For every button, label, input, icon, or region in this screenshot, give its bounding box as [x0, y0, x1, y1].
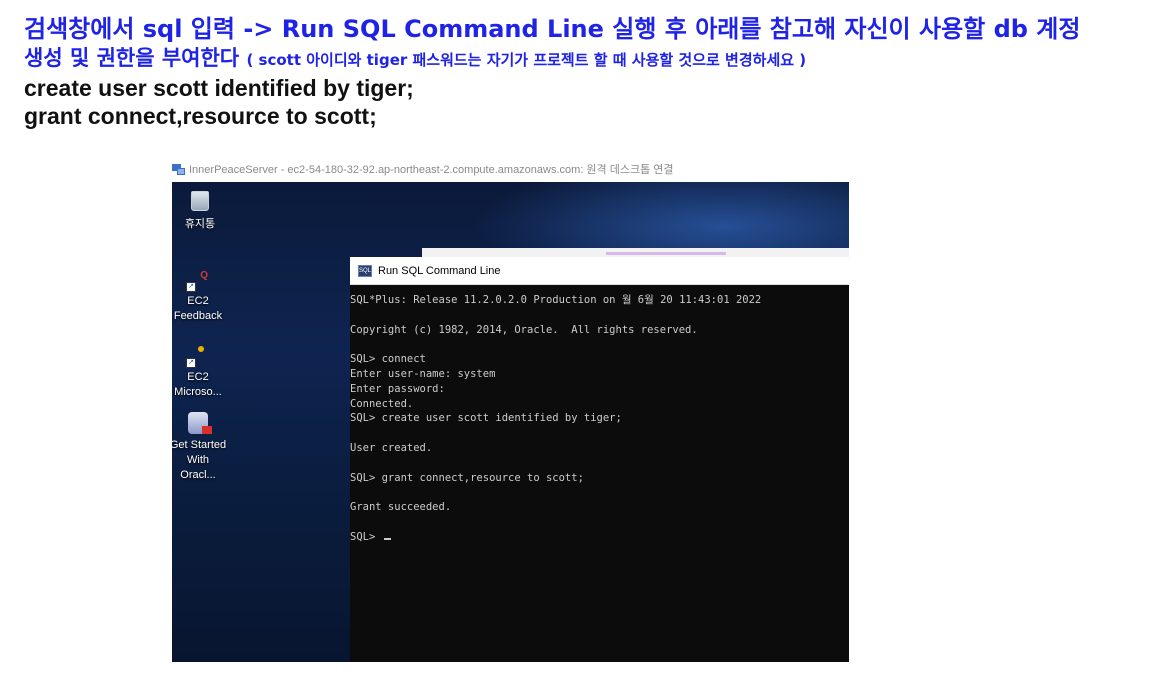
- instruction-document: 검색창에서 sql 입력 -> Run SQL Command Line 실행 …: [24, 14, 1159, 130]
- console-line: Enter password:: [350, 382, 445, 395]
- console-line: Enter user-name: system: [350, 367, 496, 380]
- sql-window-titlebar[interactable]: SQL Run SQL Command Line: [350, 257, 849, 285]
- ec2-feedback-icon: Q ↗: [186, 268, 210, 292]
- rdp-window-title: InnerPeaceServer - ec2-54-180-32-92.ap-n…: [172, 161, 674, 177]
- oracle-get-started-icon: [186, 412, 212, 436]
- recycle-bin-icon: [188, 191, 212, 215]
- text-cursor: [383, 537, 391, 540]
- rdp-title-text: InnerPeaceServer - ec2-54-180-32-92.ap-n…: [189, 164, 674, 176]
- console-line: User created.: [350, 441, 433, 454]
- sql-app-icon: SQL: [358, 264, 372, 277]
- desktop-icon-label: EC2 Microso...: [174, 371, 222, 398]
- console-prompt-line[interactable]: SQL>: [350, 530, 849, 545]
- instruction-note: ( scott 아이디와 tiger 패스워드는 자기가 프로젝트 할 때 사용…: [246, 51, 807, 69]
- instruction-line-1: 검색창에서 sql 입력 -> Run SQL Command Line 실행 …: [24, 15, 1081, 43]
- desktop-icon-label: 휴지통: [184, 218, 216, 230]
- instruction-line-2-main: 생성 및 권한을 부여한다: [24, 46, 240, 70]
- desktop-icon-oracle-get-started[interactable]: Get Started With Oracl...: [172, 412, 228, 483]
- console-line: SQL> grant connect,resource to scott;: [350, 471, 584, 484]
- console-output[interactable]: SQL*Plus: Release 11.2.0.2.0 Production …: [350, 285, 849, 545]
- shortcut-arrow-icon: ↗: [186, 358, 196, 368]
- desktop-icon-label: Get Started With Oracl...: [172, 439, 227, 481]
- console-prompt: SQL>: [350, 530, 382, 543]
- ec2-microsoft-icon: ↗: [186, 344, 210, 368]
- desktop-icon-recycle-bin[interactable]: 휴지통: [172, 188, 228, 232]
- desktop-icon-ec2-feedback[interactable]: Q ↗ EC2 Feedback: [172, 268, 226, 324]
- console-line: Copyright (c) 1982, 2014, Oracle. All ri…: [350, 323, 698, 336]
- console-line: SQL*Plus: Release 11.2.0.2.0 Production …: [350, 294, 762, 306]
- shortcut-arrow-icon: ↗: [186, 282, 196, 292]
- instruction-line-2: 생성 및 권한을 부여한다 ( scott 아이디와 tiger 패스워드는 자…: [24, 44, 1159, 74]
- sql-command-line-window[interactable]: SQL Run SQL Command Line SQL*Plus: Relea…: [350, 257, 849, 662]
- command-grant: grant connect,resource to scott;: [24, 103, 377, 129]
- console-line: SQL> create user scott identified by tig…: [350, 412, 622, 425]
- console-line: Grant succeeded.: [350, 501, 452, 514]
- command-create-user: create user scott identified by tiger;: [24, 75, 414, 101]
- remote-desktop-screen: 휴지통 Q ↗ EC2 Feedback ↗ EC2 Microso... Get…: [172, 182, 849, 662]
- remote-desktop-icon: [172, 163, 185, 175]
- desktop-icon-label: EC2 Feedback: [173, 295, 223, 322]
- console-line: SQL> connect: [350, 353, 426, 366]
- desktop-icon-ec2-microsoft[interactable]: ↗ EC2 Microso...: [172, 344, 226, 400]
- console-line: Connected.: [350, 397, 414, 410]
- sql-window-title: Run SQL Command Line: [378, 264, 501, 277]
